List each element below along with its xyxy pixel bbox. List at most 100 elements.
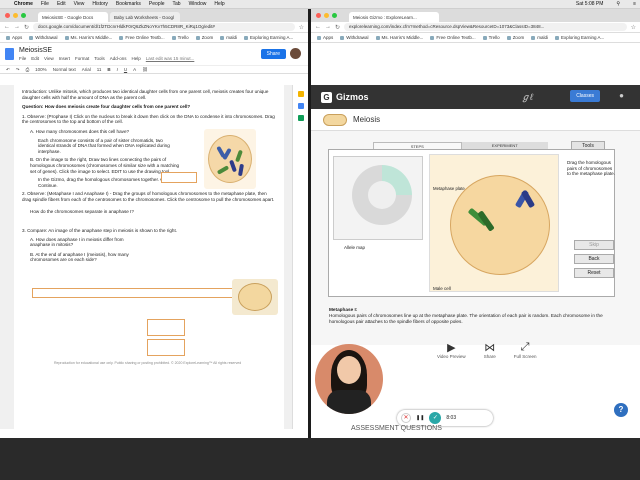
cancel-recording-icon[interactable]: ✕ [401, 413, 411, 423]
menu-help[interactable]: Help [214, 1, 224, 7]
signature-icon[interactable]: ℊℓ [521, 90, 533, 103]
document-page[interactable]: Introduction: Unlike mitosis, which prod… [14, 85, 284, 429]
chromosome-cell-image[interactable] [204, 129, 256, 189]
bookmark-harris[interactable]: Ms. Harris's Middle... [376, 35, 424, 40]
print-icon[interactable]: ⎙ [26, 67, 30, 72]
calendar-icon[interactable] [297, 115, 304, 121]
url-field[interactable]: docs.google.com/document/d/1f2TDcnrHldkF… [33, 23, 295, 31]
bookmark-exploring[interactable]: Exploring Earning A... [244, 35, 293, 40]
page-footer: Reproduction for educational use only. P… [54, 361, 242, 365]
bookmark-textbooks[interactable]: Free Online Textb... [119, 35, 164, 40]
app-name[interactable]: Chrome [14, 1, 33, 7]
url-field[interactable]: explorelearning.com/index.cfm?method=cRe… [344, 23, 627, 31]
reload-icon[interactable]: ↻ [335, 24, 340, 31]
menu-view[interactable]: View [74, 1, 85, 7]
bookmark-zoom[interactable]: Zoom [196, 35, 214, 40]
tasks-icon[interactable] [297, 103, 304, 109]
bookmark-withdrawal[interactable]: Withdrawal [29, 35, 57, 40]
keep-icon[interactable] [297, 91, 304, 97]
video-preview-button[interactable]: ▶ Video Preview [437, 341, 466, 359]
bookmark-maldi[interactable]: maldi [531, 35, 548, 40]
bookmark-zoom[interactable]: Zoom [507, 35, 525, 40]
minimize-window-icon[interactable] [324, 13, 329, 18]
back-icon[interactable]: ← [4, 24, 10, 30]
style-select[interactable]: Normal text [53, 67, 76, 72]
bookmark-textbooks[interactable]: Free Online Textb... [430, 35, 475, 40]
menu-edit[interactable]: Edit [57, 1, 66, 7]
close-window-icon[interactable] [316, 13, 321, 18]
list-icon[interactable]: ≡ [633, 1, 636, 7]
menu-tab[interactable]: Tab [173, 1, 181, 7]
share-button[interactable]: Share [260, 49, 286, 59]
back-icon[interactable]: ← [315, 24, 321, 30]
star-icon[interactable]: ☆ [631, 24, 636, 31]
minimize-window-icon[interactable] [13, 13, 18, 18]
font-select[interactable]: Arial [82, 67, 91, 72]
brand-name[interactable]: Gizmos [336, 92, 369, 102]
cell-shape [208, 135, 252, 183]
bookmark-exploring[interactable]: Exploring Earning A... [555, 35, 604, 40]
user-icon[interactable]: ● [619, 91, 624, 100]
menu-window[interactable]: Window [189, 1, 207, 7]
answer-box-3b[interactable] [147, 339, 185, 356]
menu-file[interactable]: File [41, 1, 49, 7]
star-icon[interactable]: ☆ [299, 24, 304, 31]
address-bar: ← → ↻ explorelearning.com/index.cfm?meth… [311, 22, 640, 33]
bookmark-maldi[interactable]: maldi [220, 35, 237, 40]
docs-menu-format[interactable]: Format [75, 56, 89, 61]
anaphase-cell-shape [238, 283, 272, 311]
pause-icon[interactable]: ❚❚ [416, 415, 424, 421]
redo-icon[interactable]: ↷ [16, 67, 20, 73]
bookmark-trello[interactable]: Trello [483, 35, 500, 40]
docs-logo-icon[interactable] [5, 48, 14, 60]
full-screen-button[interactable]: ⤢ Full Screen [514, 341, 537, 359]
bold-icon[interactable]: B [107, 67, 110, 72]
answer-box-2[interactable] [32, 288, 234, 298]
tab-meiosis-gizmo[interactable]: Meiosis Gizmo : ExploreLearn... [349, 12, 439, 22]
q1-text: 1. Observe: (Prophase I) Click on the nu… [22, 113, 275, 125]
forward-icon[interactable]: → [14, 24, 20, 30]
menu-people[interactable]: People [149, 1, 165, 7]
forward-icon[interactable]: → [325, 24, 331, 30]
zoom-window-icon[interactable] [332, 13, 337, 18]
help-icon[interactable]: ? [614, 403, 628, 417]
bookmark-apps[interactable]: Apps [6, 35, 22, 40]
answer-box-1a[interactable] [161, 172, 197, 183]
menu-history[interactable]: History [92, 1, 108, 7]
docs-menu-edit[interactable]: Edit [31, 56, 39, 61]
font-size-select[interactable]: 11 [97, 67, 102, 72]
docs-menu-help[interactable]: Help [132, 56, 141, 61]
undo-icon[interactable]: ↶ [6, 67, 10, 73]
tab-baby-lab[interactable]: Baby Lab Worksheets - Googl [110, 12, 180, 22]
tab-meiosis-doc[interactable]: MeiosisSE - Google Docs [38, 12, 108, 22]
text-color-icon[interactable]: A [133, 67, 136, 72]
bookmark-trello[interactable]: Trello [172, 35, 189, 40]
bookmark-apps[interactable]: Apps [317, 35, 333, 40]
zoom-window-icon[interactable] [21, 13, 26, 18]
anaphase-image[interactable] [232, 279, 278, 315]
underline-icon[interactable]: U [124, 67, 127, 72]
bookmark-withdrawal[interactable]: Withdrawal [340, 35, 368, 40]
docs-menu-addons[interactable]: Add-ons [110, 56, 127, 61]
search-icon[interactable]: ⚲ [616, 1, 620, 7]
docs-menu-file[interactable]: File [19, 56, 26, 61]
share-button[interactable]: ⋈ Share [484, 341, 496, 359]
finish-recording-icon[interactable]: ✓ [429, 412, 442, 424]
zoom-select[interactable]: 100% [35, 67, 47, 72]
menu-bookmarks[interactable]: Bookmarks [116, 1, 141, 7]
avatar[interactable] [290, 48, 301, 59]
last-edit-link[interactable]: Last edit was 15 minut... [146, 56, 195, 61]
link-icon[interactable]: ⛓ [142, 67, 148, 73]
bookmark-harris[interactable]: Ms. Harris's Middle... [65, 35, 113, 40]
answer-box-3a[interactable] [147, 319, 185, 336]
gizmos-logo-icon[interactable]: G [321, 91, 332, 103]
doc-title[interactable]: MeiosisSE [19, 47, 194, 54]
clock[interactable]: Sat 5:08 PM [576, 1, 604, 7]
docs-menu-view[interactable]: View [44, 56, 54, 61]
italic-icon[interactable]: I [117, 67, 118, 72]
docs-menu-tools[interactable]: Tools [94, 56, 105, 61]
close-window-icon[interactable] [5, 13, 10, 18]
classes-button[interactable]: Classes [570, 90, 600, 102]
reload-icon[interactable]: ↻ [24, 24, 29, 31]
docs-menu-insert[interactable]: Insert [59, 56, 70, 61]
